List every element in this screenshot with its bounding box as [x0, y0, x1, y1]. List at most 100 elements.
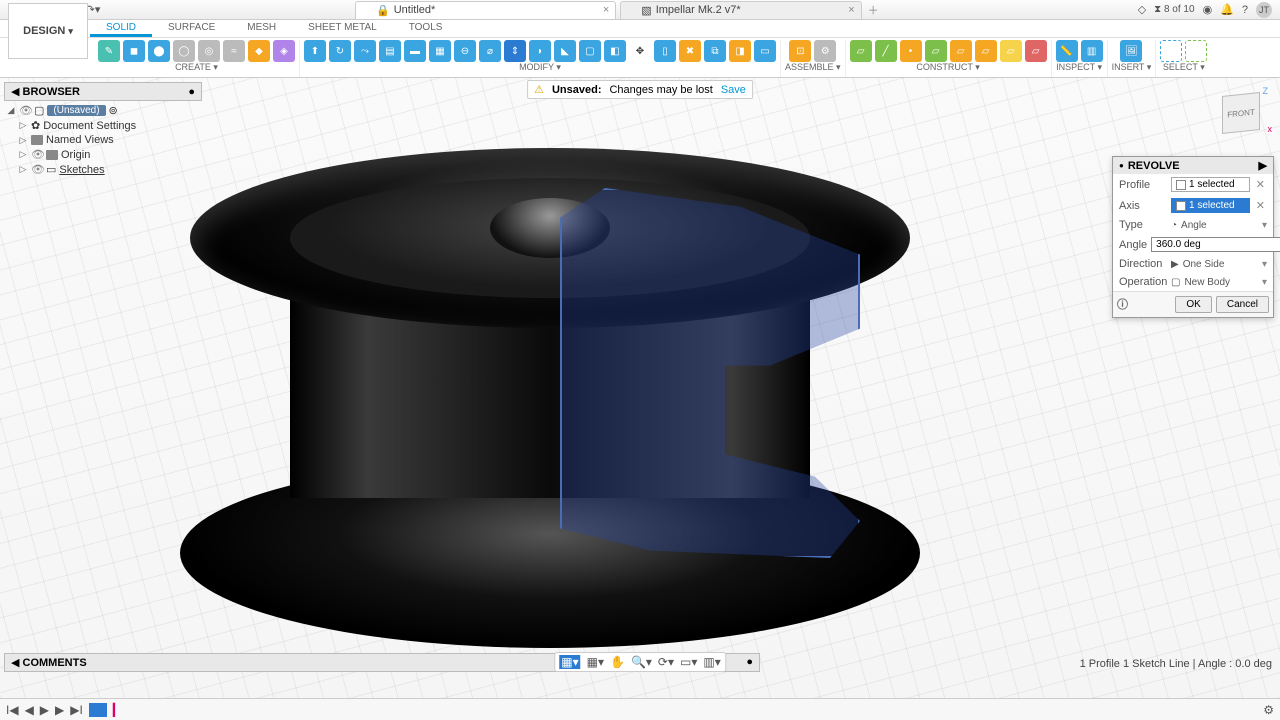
- new-tab-button[interactable]: ＋: [864, 2, 883, 18]
- freeform-select-icon[interactable]: [1185, 40, 1207, 62]
- section-icon[interactable]: ▥: [1081, 40, 1103, 62]
- view-cube[interactable]: Z FRONT x: [1214, 86, 1268, 140]
- plane5-icon[interactable]: ▱: [1000, 40, 1022, 62]
- silhouette-icon[interactable]: ▭: [754, 40, 776, 62]
- inspect-label[interactable]: INSPECT: [1056, 62, 1102, 73]
- data-panel-icon[interactable]: ◇: [1138, 3, 1146, 16]
- combine-icon[interactable]: ⧉: [704, 40, 726, 62]
- form-icon[interactable]: ◆: [248, 40, 270, 62]
- browser-header[interactable]: ◀ BROWSER●: [4, 82, 202, 101]
- timeline-prev-icon[interactable]: ◀: [25, 703, 34, 717]
- delete-icon[interactable]: ✖: [679, 40, 701, 62]
- close-icon[interactable]: ×: [603, 4, 609, 16]
- plane-icon[interactable]: ▱: [850, 40, 872, 62]
- draft-icon[interactable]: ◧: [604, 40, 626, 62]
- sphere-icon[interactable]: ◯: [173, 40, 195, 62]
- timeline-marker-icon[interactable]: ▎: [113, 703, 122, 717]
- fillet-icon[interactable]: ◗: [529, 40, 551, 62]
- tab-tools[interactable]: TOOLS: [393, 20, 459, 37]
- avatar[interactable]: JT: [1256, 2, 1272, 18]
- operation-select[interactable]: ▢ New Body: [1171, 277, 1267, 288]
- tab-sheetmetal[interactable]: SHEET METAL: [292, 20, 393, 37]
- joint-icon[interactable]: ⚙: [814, 40, 836, 62]
- shell-icon[interactable]: ▢: [579, 40, 601, 62]
- tab-mesh[interactable]: MESH: [231, 20, 292, 37]
- lookAt-icon[interactable]: ▭▾: [680, 655, 697, 669]
- timeline-end-icon[interactable]: ▶I: [70, 703, 83, 717]
- tree-origin[interactable]: ▷👁Origin: [6, 147, 202, 162]
- plane3-icon[interactable]: ▱: [950, 40, 972, 62]
- type-select[interactable]: ◔ Angle: [1171, 220, 1267, 231]
- tab-surface[interactable]: SURFACE: [152, 20, 231, 37]
- timeline-play-icon[interactable]: ▶: [40, 703, 49, 717]
- torus-icon[interactable]: ◎: [198, 40, 220, 62]
- doc-tab-inactive[interactable]: ▧ Impellar Mk.2 v7* ×: [620, 1, 861, 19]
- info-icon[interactable]: ⓘ: [1117, 296, 1128, 313]
- grid-settings-icon[interactable]: ▦▾: [587, 655, 604, 669]
- help-icon[interactable]: ?: [1242, 4, 1248, 16]
- insert-icon[interactable]: 🖼: [1120, 40, 1142, 62]
- viewcube-face[interactable]: FRONT: [1222, 92, 1260, 134]
- jobs-status[interactable]: ⧗ 8 of 10: [1154, 4, 1194, 15]
- thread-icon[interactable]: ⌀: [479, 40, 501, 62]
- cancel-button[interactable]: Cancel: [1216, 296, 1269, 313]
- modify-label[interactable]: MODIFY: [519, 62, 561, 73]
- tree-sketches[interactable]: ▷👁▭Sketches: [6, 162, 202, 177]
- derive-icon[interactable]: ◈: [273, 40, 295, 62]
- window-select-icon[interactable]: [1160, 40, 1182, 62]
- panel-header[interactable]: REVOLVE▶: [1113, 157, 1273, 174]
- angle-input[interactable]: [1151, 237, 1280, 252]
- pan-icon[interactable]: ✋: [610, 655, 625, 669]
- doc-tab-active[interactable]: 🔒 Untitled* ×: [355, 1, 616, 19]
- timeline-feature-node[interactable]: [89, 703, 107, 717]
- model-view[interactable]: [170, 118, 930, 658]
- notifications-icon[interactable]: 🔔: [1220, 3, 1234, 16]
- hole-icon[interactable]: ⊖: [454, 40, 476, 62]
- move-icon[interactable]: ✥: [629, 40, 651, 62]
- axis-icon[interactable]: ╱: [875, 40, 897, 62]
- direction-select[interactable]: ▶ One Side: [1171, 259, 1267, 270]
- redo-icon[interactable]: ↷▾: [86, 3, 100, 17]
- tree-named-views[interactable]: ▷Named Views: [6, 133, 202, 147]
- loft-icon[interactable]: ▤: [379, 40, 401, 62]
- web-icon[interactable]: ▦: [429, 40, 451, 62]
- box-icon[interactable]: ◼: [123, 40, 145, 62]
- tree-root[interactable]: ◢👁▢ (Unsaved)⊚: [6, 103, 202, 118]
- sweep-icon[interactable]: ⤳: [354, 40, 376, 62]
- presspull-icon[interactable]: ⇕: [504, 40, 526, 62]
- insert-label[interactable]: INSERT: [1112, 62, 1152, 73]
- design-workspace-button[interactable]: DESIGN: [8, 3, 88, 59]
- save-link[interactable]: Save: [721, 84, 746, 96]
- extensions-icon[interactable]: ◉: [1203, 3, 1213, 16]
- axis-selector[interactable]: 1 selected: [1171, 198, 1250, 213]
- timeline-settings-icon[interactable]: ⚙: [1263, 703, 1274, 717]
- coil-icon[interactable]: ≈: [223, 40, 245, 62]
- tab-solid[interactable]: SOLID: [90, 20, 152, 37]
- canvas-area[interactable]: ◀ BROWSER● ◢👁▢ (Unsaved)⊚ ▷✿Document Set…: [0, 78, 1280, 698]
- clear-profile-icon[interactable]: ✕: [1254, 178, 1267, 191]
- tree-doc-settings[interactable]: ▷✿Document Settings: [6, 118, 202, 133]
- timeline-next-icon[interactable]: ▶: [55, 703, 64, 717]
- close-icon[interactable]: ×: [848, 4, 854, 16]
- display-settings-icon[interactable]: ▦▾: [559, 655, 580, 669]
- align-icon[interactable]: ▯: [654, 40, 676, 62]
- clear-axis-icon[interactable]: ✕: [1254, 199, 1267, 212]
- create-label[interactable]: CREATE: [175, 62, 218, 73]
- rib-icon[interactable]: ▬: [404, 40, 426, 62]
- construct-label[interactable]: CONSTRUCT: [916, 62, 979, 73]
- cylinder-icon[interactable]: ⬤: [148, 40, 170, 62]
- split-icon[interactable]: ◨: [729, 40, 751, 62]
- plane6-icon[interactable]: ▱: [1025, 40, 1047, 62]
- sketch-icon[interactable]: ✎: [98, 40, 120, 62]
- select-label[interactable]: SELECT: [1163, 62, 1205, 73]
- extrude-icon[interactable]: ⬆: [304, 40, 326, 62]
- ok-button[interactable]: OK: [1175, 296, 1211, 313]
- point-icon[interactable]: •: [900, 40, 922, 62]
- chamfer-icon[interactable]: ◣: [554, 40, 576, 62]
- revolve-icon[interactable]: ↻: [329, 40, 351, 62]
- viewport-icon[interactable]: ▥▾: [703, 655, 720, 669]
- plane2-icon[interactable]: ▱: [925, 40, 947, 62]
- zoom-icon[interactable]: 🔍▾: [631, 655, 652, 669]
- profile-selector[interactable]: 1 selected: [1171, 177, 1250, 192]
- revolve-profile-overlay[interactable]: [560, 188, 860, 558]
